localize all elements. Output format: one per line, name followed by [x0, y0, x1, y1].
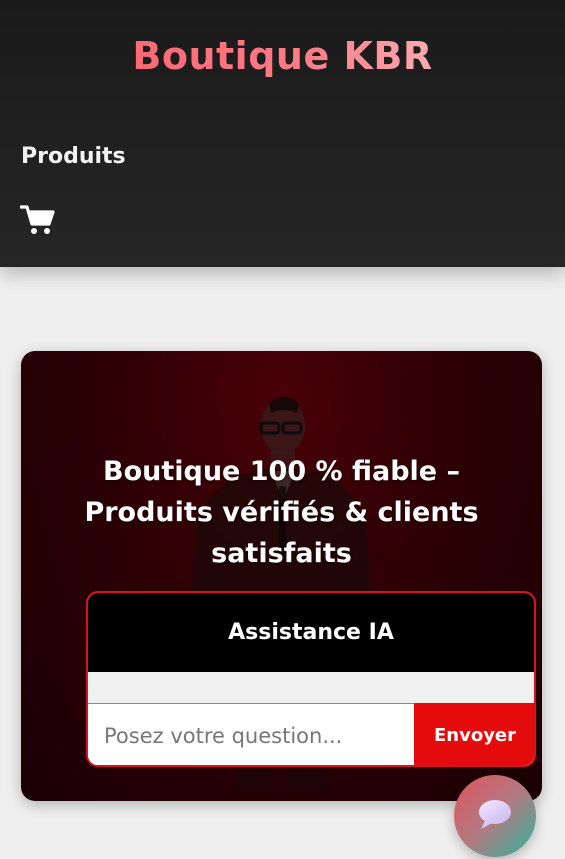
- site-header: Boutique KBR Produits: [0, 0, 565, 267]
- nav-link-products[interactable]: Produits: [21, 144, 126, 169]
- hero-title: Boutique 100 % fiable – Produits vérifié…: [84, 456, 479, 569]
- send-button[interactable]: Envoyer: [414, 703, 534, 765]
- shopping-cart-icon[interactable]: [19, 204, 56, 236]
- ai-assistant-messages: [88, 672, 534, 703]
- ai-assistant-widget: Assistance IA Envoyer: [86, 591, 536, 767]
- brand-logo[interactable]: Boutique KBR: [0, 34, 565, 78]
- chat-bubble-icon: [475, 797, 515, 835]
- ai-assistant-title: Assistance IA: [88, 593, 534, 672]
- chat-fab-button[interactable]: [454, 775, 536, 857]
- ai-question-input[interactable]: [88, 703, 414, 765]
